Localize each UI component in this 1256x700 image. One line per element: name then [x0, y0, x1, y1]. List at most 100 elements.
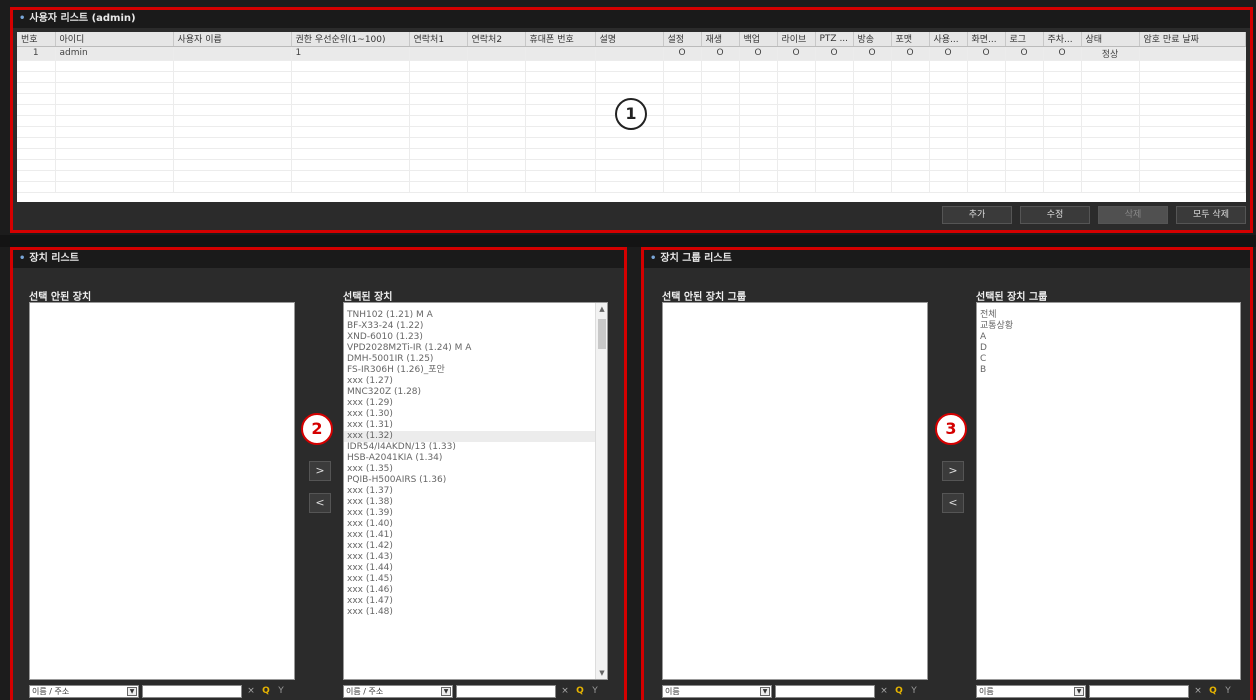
edit-button[interactable]: 수정 [1020, 206, 1090, 224]
search-icon[interactable]: Q [1207, 685, 1219, 697]
list-item[interactable]: xxx (1.46) [344, 585, 607, 596]
column-header[interactable]: 라이브 [777, 32, 816, 47]
list-item[interactable]: A [977, 332, 1240, 343]
list-item[interactable]: XND-6010 (1.23) [344, 332, 607, 343]
clear-icon[interactable]: × [245, 685, 257, 697]
list-item[interactable]: xxx (1.43) [344, 552, 607, 563]
search-type-select[interactable]: 이름 ▼ [662, 684, 772, 698]
delete-all-button[interactable]: 모두 삭제 [1176, 206, 1246, 224]
column-header[interactable]: 번호 [17, 32, 56, 47]
search-icon[interactable]: Q [893, 685, 905, 697]
move-left-button[interactable]: < [309, 493, 331, 513]
search-type-select[interactable]: 이름 / 주소 ▼ [29, 684, 139, 698]
list-item[interactable]: xxx (1.47) [344, 596, 607, 607]
empty-cell [891, 71, 930, 83]
caret-icon: ▼ [1074, 686, 1084, 696]
unselected-devices-list[interactable] [29, 302, 295, 680]
empty-cell [595, 159, 664, 171]
empty-cell [1139, 137, 1246, 149]
list-item[interactable]: TNH102 (1.21) M A [344, 310, 607, 321]
search-input[interactable] [1089, 684, 1189, 698]
column-header[interactable]: 연락처1 [409, 32, 468, 47]
move-right-button[interactable]: > [942, 461, 964, 481]
column-header[interactable]: 설명 [595, 32, 664, 47]
list-item[interactable]: xxx (1.48) [344, 607, 607, 618]
empty-cell [739, 137, 778, 149]
list-item[interactable]: xxx (1.42) [344, 541, 607, 552]
list-item[interactable]: xxx (1.32) [344, 431, 607, 442]
column-header[interactable]: 아이디 [55, 32, 174, 47]
list-item[interactable]: xxx (1.45) [344, 574, 607, 585]
add-button[interactable]: 추가 [942, 206, 1012, 224]
scroll-up-icon[interactable]: ▲ [596, 303, 607, 315]
column-header[interactable]: 사용자 이름 [173, 32, 292, 47]
search-input[interactable] [775, 684, 875, 698]
list-item[interactable]: HSB-A2041KIA (1.34) [344, 453, 607, 464]
table-row[interactable]: 1 admin 1 O O O O O O O O O O O 정상 [17, 46, 1246, 61]
list-item[interactable]: MNC320Z (1.28) [344, 387, 607, 398]
column-header[interactable]: PTZ ... [815, 32, 854, 47]
column-header[interactable]: 연락처2 [467, 32, 526, 47]
filter-icon[interactable]: Y [908, 685, 920, 697]
list-item[interactable]: FS-IR306H (1.26)_포안 [344, 365, 607, 376]
column-header[interactable]: 휴대폰 번호 [525, 32, 596, 47]
empty-cell [55, 71, 174, 83]
list-item[interactable]: xxx (1.40) [344, 519, 607, 530]
clear-icon[interactable]: × [1192, 685, 1204, 697]
list-item[interactable]: C [977, 354, 1240, 365]
column-header[interactable]: 권한 우선순위(1~100) [291, 32, 410, 47]
filter-icon[interactable]: Y [275, 685, 287, 697]
list-item[interactable]: IDR54/I4AKDN/13 (1.33) [344, 442, 607, 453]
list-item[interactable]: xxx (1.30) [344, 409, 607, 420]
list-item[interactable]: PQIB-H500AIRS (1.36) [344, 475, 607, 486]
scroll-down-icon[interactable]: ▼ [596, 667, 607, 679]
list-item[interactable]: D [977, 343, 1240, 354]
search-type-select[interactable]: 이름 / 주소 ▼ [343, 684, 453, 698]
search-input[interactable] [456, 684, 556, 698]
scroll-thumb[interactable] [598, 319, 606, 349]
column-header[interactable]: 포맷 [891, 32, 930, 47]
list-item[interactable]: xxx (1.39) [344, 508, 607, 519]
list-item[interactable]: xxx (1.35) [344, 464, 607, 475]
list-item[interactable]: BF-X33-24 (1.22) [344, 321, 607, 332]
search-input[interactable] [142, 684, 242, 698]
column-header[interactable]: 주차... [1043, 32, 1082, 47]
list-item[interactable]: 전체 [977, 310, 1240, 321]
delete-button[interactable]: 삭제 [1098, 206, 1168, 224]
list-item[interactable]: 교통상황 [977, 321, 1240, 332]
list-item[interactable]: VPD2028M2Ti-IR (1.24) M A [344, 343, 607, 354]
column-header[interactable]: 로그 [1005, 32, 1044, 47]
clear-icon[interactable]: × [559, 685, 571, 697]
column-header[interactable]: 방송 [853, 32, 892, 47]
selected-devices-list[interactable]: TNH102 (1.21) M A BF-X33-24 (1.22) XND-601… [343, 302, 608, 680]
list-item[interactable]: xxx (1.37) [344, 486, 607, 497]
move-right-button[interactable]: > [309, 461, 331, 481]
column-header[interactable]: 상태 [1081, 32, 1140, 47]
selected-groups-list[interactable]: 전체 교통상황 A D C B [976, 302, 1241, 680]
column-header[interactable]: 백업 [739, 32, 778, 47]
list-item[interactable]: xxx (1.29) [344, 398, 607, 409]
list-item[interactable]: xxx (1.31) [344, 420, 607, 431]
filter-icon[interactable]: Y [589, 685, 601, 697]
clear-icon[interactable]: × [878, 685, 890, 697]
column-header[interactable]: 화면... [967, 32, 1006, 47]
search-type-select[interactable]: 이름 ▼ [976, 684, 1086, 698]
list-item[interactable]: xxx (1.44) [344, 563, 607, 574]
empty-cell [929, 148, 968, 160]
column-header[interactable]: 사용... [929, 32, 968, 47]
column-header[interactable]: 암호 만료 날짜 [1139, 32, 1246, 47]
list-item[interactable]: xxx (1.38) [344, 497, 607, 508]
device-list-scrollbar[interactable]: ▲ ▼ [595, 303, 607, 679]
column-header[interactable]: 설정 [663, 32, 702, 47]
move-left-button[interactable]: < [942, 493, 964, 513]
list-item[interactable]: DMH-5001IR (1.25) [344, 354, 607, 365]
list-item[interactable]: xxx (1.27) [344, 376, 607, 387]
unselected-groups-list[interactable] [662, 302, 928, 680]
filter-icon[interactable]: Y [1222, 685, 1234, 697]
list-item[interactable]: B [977, 365, 1240, 376]
search-icon[interactable]: Q [574, 685, 586, 697]
empty-cell [663, 71, 702, 83]
column-header[interactable]: 재생 [701, 32, 740, 47]
search-icon[interactable]: Q [260, 685, 272, 697]
list-item[interactable]: xxx (1.41) [344, 530, 607, 541]
